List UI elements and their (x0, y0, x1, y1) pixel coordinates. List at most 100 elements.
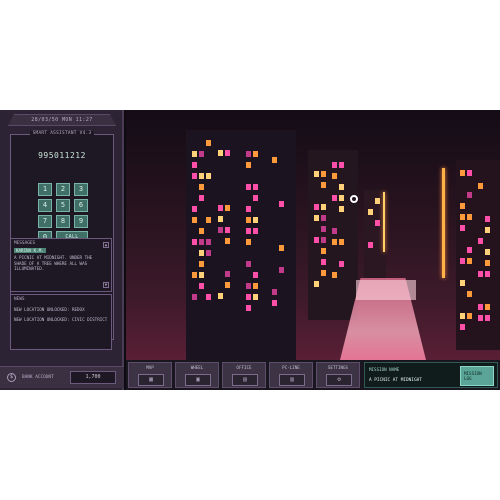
lit-window (321, 237, 326, 243)
lit-window (206, 217, 211, 223)
mission-name: A PICNIC AT MIDNIGHT (369, 378, 422, 383)
bank-account-label: BANK ACCOUNT (22, 375, 54, 380)
lit-window (192, 239, 197, 245)
lit-window (225, 238, 230, 244)
key-9[interactable]: 9 (74, 215, 88, 228)
map-button[interactable]: MAP ▦ (128, 362, 172, 388)
lit-window (460, 214, 465, 220)
lit-window (225, 271, 230, 277)
lit-window (246, 283, 251, 289)
lit-window (485, 260, 490, 266)
lit-window (199, 228, 204, 234)
lit-window (218, 293, 223, 299)
lit-window (478, 183, 483, 189)
lit-window (460, 258, 465, 264)
mission-panel: MISSION NAME A PICNIC AT MIDNIGHT MISSIO… (364, 362, 498, 388)
lit-window (253, 283, 258, 289)
lit-window (206, 173, 211, 179)
scroll-down-icon[interactable]: ▼ (103, 282, 109, 288)
mission-log-button[interactable]: MISSION LOG (460, 366, 494, 386)
key-1[interactable]: 1 (38, 183, 52, 196)
lit-window (467, 247, 472, 253)
lit-window (246, 184, 251, 190)
lit-window (339, 162, 344, 168)
office-label: OFFICE (236, 365, 252, 370)
key-5[interactable]: 5 (56, 199, 70, 212)
city-scene[interactable] (126, 110, 500, 360)
lit-window (485, 227, 490, 233)
news-item: NEW LOCATION UNLOCKED: CIVIC DISTRICT (14, 317, 108, 322)
mission-title: MISSION NAME (369, 367, 400, 372)
pc-line-button[interactable]: PC-LINE ▥ (269, 362, 313, 388)
lit-window (253, 184, 258, 190)
lit-window (253, 151, 258, 157)
lit-window (339, 184, 344, 190)
target-cursor-icon[interactable] (350, 195, 358, 203)
lit-window (225, 150, 230, 156)
lit-window (192, 206, 197, 212)
lit-window (225, 282, 230, 288)
lit-window (339, 206, 344, 212)
lit-window (192, 294, 197, 300)
lit-window (368, 242, 373, 248)
lit-window (199, 239, 204, 245)
lit-window (460, 203, 465, 209)
gear-icon: ⚙ (326, 374, 352, 386)
phone-number-display: 995011212 (38, 151, 86, 160)
lit-window (314, 281, 319, 287)
lit-window (279, 201, 284, 207)
lit-window (460, 324, 465, 330)
lit-window (246, 294, 251, 300)
lit-window (332, 195, 337, 201)
neon-sign (383, 192, 385, 252)
lit-window (206, 239, 211, 245)
news-title: NEWS (14, 297, 25, 302)
map-label: MAP (146, 365, 154, 370)
lit-window (206, 140, 211, 146)
toolbar: MAP ▦ WHEEL ▣ OFFICE ▤ PC-LINE ▥ SETTING… (126, 360, 500, 390)
message-sender[interactable]: KARINA K.M. (14, 248, 46, 253)
lit-window (339, 195, 344, 201)
lit-window (375, 220, 380, 226)
settings-button[interactable]: SETTINGS ⚙ (316, 362, 360, 388)
lit-window (279, 245, 284, 251)
lit-window (246, 239, 251, 245)
lit-window (225, 205, 230, 211)
lit-window (332, 162, 337, 168)
neon-sign (442, 168, 445, 278)
lit-window (321, 215, 326, 221)
bank-balance: 1,700 (70, 371, 116, 384)
lit-window (460, 313, 465, 319)
key-7[interactable]: 7 (38, 215, 52, 228)
key-3[interactable]: 3 (74, 183, 88, 196)
lit-window (272, 289, 277, 295)
lit-window (218, 227, 223, 233)
lit-window (478, 271, 483, 277)
office-button[interactable]: OFFICE ▤ (222, 362, 266, 388)
lit-window (246, 151, 251, 157)
lit-window (339, 261, 344, 267)
lit-window (467, 258, 472, 264)
keypad: 1 2 3 4 5 6 7 8 9 0 CALL (38, 183, 92, 244)
scroll-up-icon[interactable]: ▲ (103, 242, 109, 248)
key-2[interactable]: 2 (56, 183, 70, 196)
lit-window (192, 151, 197, 157)
wheel-icon: ▣ (185, 374, 211, 386)
key-8[interactable]: 8 (56, 215, 70, 228)
lit-window (375, 198, 380, 204)
map-icon: ▦ (138, 374, 164, 386)
lit-window (199, 195, 204, 201)
lit-window (225, 227, 230, 233)
lit-window (485, 271, 490, 277)
lit-window (218, 150, 223, 156)
lit-window (199, 151, 204, 157)
lit-window (332, 272, 337, 278)
lit-window (199, 283, 204, 289)
lit-window (253, 272, 258, 278)
key-4[interactable]: 4 (38, 199, 52, 212)
lit-window (253, 228, 258, 234)
lit-window (478, 238, 483, 244)
key-6[interactable]: 6 (74, 199, 88, 212)
wheel-button[interactable]: WHEEL ▣ (175, 362, 219, 388)
lit-window (314, 204, 319, 210)
